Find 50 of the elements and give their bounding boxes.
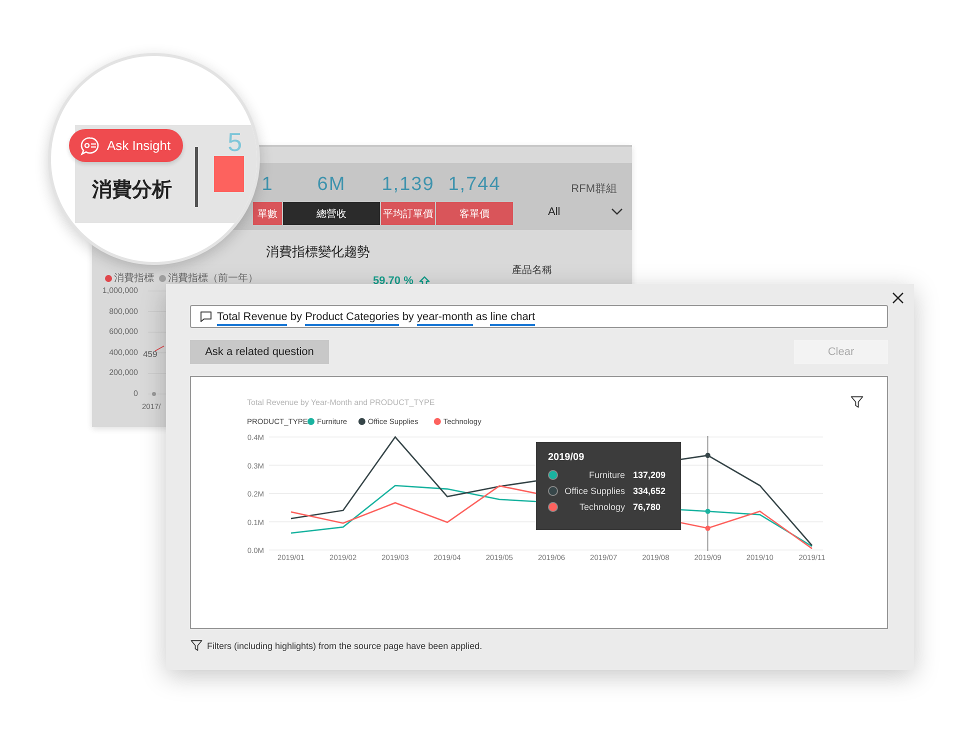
close-icon[interactable] bbox=[890, 290, 906, 306]
arrow-up-icon bbox=[419, 276, 430, 286]
filter-dropdown[interactable]: All bbox=[548, 206, 623, 218]
filter-note: Filters (including highlights) from the source page have been applied. bbox=[207, 640, 482, 650]
kpi-value: 1 bbox=[262, 174, 274, 196]
series-value: 334,652 bbox=[633, 486, 667, 496]
ask-insight-button[interactable]: Ask Insight bbox=[69, 129, 183, 162]
axis-label: 400,000 bbox=[109, 346, 138, 359]
series-value: 137,209 bbox=[633, 470, 667, 480]
kpi-value: 1,744 bbox=[448, 174, 501, 196]
change-value: 59.70 % bbox=[373, 275, 414, 287]
trend-line bbox=[154, 346, 164, 352]
data-point bbox=[152, 392, 156, 396]
ask-question-button[interactable]: Ask a related question bbox=[190, 340, 329, 364]
kpi-value: 6M bbox=[317, 174, 346, 196]
kpi-tab[interactable]: 平均訂單價 bbox=[381, 202, 435, 225]
legend-label: 消費指標 bbox=[114, 272, 154, 285]
kpi-tab[interactable]: 單數 bbox=[253, 202, 282, 225]
series-name: Furniture bbox=[588, 470, 625, 480]
filter-icon bbox=[190, 639, 203, 652]
filter-icon[interactable] bbox=[850, 395, 864, 409]
data-point bbox=[705, 452, 710, 458]
data-point bbox=[705, 508, 710, 514]
legend-label: 消費指標（前一年） bbox=[168, 272, 258, 285]
axis-label: 200,000 bbox=[109, 367, 138, 380]
chart-title: 消費指標變化趨勢 bbox=[266, 243, 370, 261]
series-value: 76,780 bbox=[633, 502, 662, 512]
kpi-value: 5 bbox=[228, 127, 244, 158]
chevron-down-icon bbox=[611, 208, 623, 216]
tooltip-title: 2019/09 bbox=[548, 452, 586, 463]
question-field[interactable]: Total Revenue by Product Categories by year-month as line chart bbox=[190, 305, 888, 328]
series-name: Office Supplies bbox=[564, 486, 625, 496]
kpi-tab[interactable]: 客單價 bbox=[436, 202, 513, 225]
axis-label: 600,000 bbox=[109, 326, 138, 338]
axis-label: 1,000,000 bbox=[102, 285, 138, 297]
filter-label: RFM群組 bbox=[571, 182, 617, 196]
chart-title: Total Revenue by Year-Month and PRODUCT_TYPE bbox=[247, 398, 435, 407]
axis-label: 800,000 bbox=[109, 306, 138, 318]
data-point bbox=[705, 526, 710, 531]
question-text: Total Revenue by Product Categories by year-month as line chart bbox=[217, 310, 536, 322]
column-header: 產品名稱 bbox=[512, 264, 552, 277]
page-title: 消費分析 bbox=[92, 178, 172, 203]
series-name: Technology bbox=[578, 502, 625, 512]
data-label: 459 bbox=[143, 349, 158, 359]
kpi-tab[interactable]: 總營收 bbox=[283, 202, 380, 225]
kpi-tab-fragment bbox=[214, 156, 244, 192]
chat-bubble-icon bbox=[79, 136, 101, 156]
axis-label: 0 bbox=[134, 388, 138, 400]
speech-bubble-icon bbox=[200, 311, 212, 322]
kpi-value: 1,139 bbox=[382, 174, 434, 196]
